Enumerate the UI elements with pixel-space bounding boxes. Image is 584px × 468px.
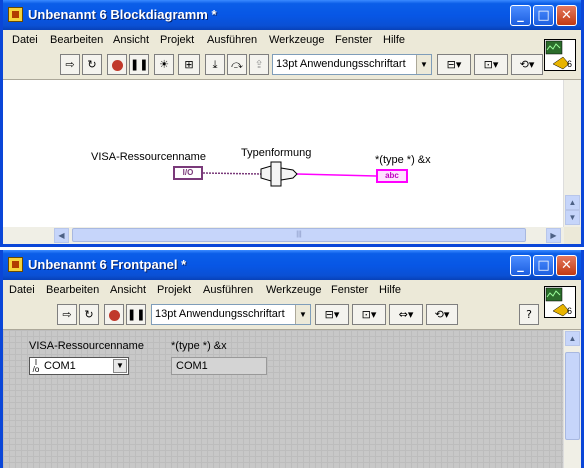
scroll-up-arrow-icon[interactable]: ▲ — [565, 331, 580, 346]
minimize-button[interactable]: _ — [510, 5, 531, 26]
scroll-left-arrow-icon[interactable]: ◀ — [54, 228, 69, 243]
vertical-scrollbar[interactable]: ▲ ▼ — [563, 80, 581, 227]
menu-datei[interactable]: Datei — [12, 34, 38, 46]
run-continuously-icon[interactable]: ↻ — [82, 54, 102, 75]
pause-icon[interactable]: ❚❚ — [126, 304, 146, 325]
abort-icon[interactable] — [107, 54, 127, 75]
menu-ansicht[interactable]: Ansicht — [110, 284, 146, 296]
menu-bar: Datei Bearbeiten Ansicht Projekt Ausführ… — [3, 280, 581, 300]
maximize-button[interactable]: □ — [533, 5, 554, 26]
vi-icon[interactable]: 6 — [544, 39, 576, 71]
labview-app-icon — [8, 257, 23, 272]
menu-bearbeiten[interactable]: Bearbeiten — [50, 34, 103, 46]
window-title: Unbenannt 6 Blockdiagramm * — [28, 7, 217, 22]
vi-icon[interactable]: 6 — [544, 286, 576, 318]
visa-io-icon: I/o — [32, 358, 40, 374]
abort-icon[interactable] — [104, 304, 124, 325]
align-objects-icon[interactable]: ⊟▾ — [437, 54, 471, 75]
run-arrow-icon[interactable]: ⇨ — [60, 54, 80, 75]
title-bar[interactable]: Unbenannt 6 Blockdiagramm * _ □ ✕ — [3, 0, 581, 30]
menu-bearbeiten[interactable]: Bearbeiten — [46, 284, 99, 296]
string-wire[interactable] — [296, 173, 377, 177]
close-button[interactable]: ✕ — [556, 5, 577, 26]
vi-icon-number: 6 — [566, 306, 572, 316]
close-button[interactable]: ✕ — [556, 255, 577, 276]
reorder-icon[interactable]: ⟲▾ — [511, 54, 543, 75]
menu-ansicht[interactable]: Ansicht — [113, 34, 149, 46]
menu-werkzeuge[interactable]: Werkzeuge — [266, 284, 321, 296]
resize-objects-icon[interactable]: ⇔▾ — [389, 304, 423, 325]
output-string-value: COM1 — [176, 360, 208, 372]
output-label: *(type *) &x — [171, 340, 227, 352]
horizontal-scrollbar[interactable]: ◀ ||| ▶ — [3, 227, 564, 244]
context-help-button[interactable]: ? — [519, 304, 539, 325]
block-diagram-window: Unbenannt 6 Blockdiagramm * _ □ ✕ Datei … — [0, 0, 584, 247]
menu-hilfe[interactable]: Hilfe — [383, 34, 405, 46]
menu-projekt[interactable]: Projekt — [157, 284, 191, 296]
menu-projekt[interactable]: Projekt — [160, 34, 194, 46]
maximize-button[interactable]: □ — [533, 255, 554, 276]
scroll-down-arrow-icon[interactable]: ▼ — [565, 210, 580, 225]
diagram-canvas[interactable]: VISA-Ressourcenname Typenformung *(type … — [3, 80, 564, 227]
visa-resource-value: COM1 — [44, 360, 76, 372]
vertical-scroll-thumb[interactable] — [565, 352, 580, 440]
highlight-execution-icon[interactable]: ☀ — [154, 54, 174, 75]
step-out-icon[interactable]: ⇪ — [249, 54, 269, 75]
vertical-scrollbar[interactable]: ▲ — [563, 330, 581, 468]
toolbar: ⇨ ↻ ❚❚ ☀ ⊞ ⤓ ⤼ ⇪ 13pt Anwendungsschrifta… — [3, 50, 581, 80]
front-panel-window: Unbenannt 6 Frontpanel * _ □ ✕ Datei Bea… — [0, 250, 584, 468]
retain-wire-values-icon[interactable]: ⊞ — [178, 54, 200, 75]
minimize-button[interactable]: _ — [510, 255, 531, 276]
scroll-right-arrow-icon[interactable]: ▶ — [546, 228, 561, 243]
chevron-down-icon: ▼ — [295, 305, 310, 324]
menu-hilfe[interactable]: Hilfe — [379, 284, 401, 296]
menu-werkzeuge[interactable]: Werkzeuge — [269, 34, 324, 46]
visa-resource-control[interactable]: I/o COM1 ▼ — [29, 357, 129, 375]
toolbar: ⇨ ↻ ❚❚ 13pt Anwendungsschriftart ▼ ⊟▾ ⊡▾ … — [3, 300, 581, 330]
window-title: Unbenannt 6 Frontpanel * — [28, 257, 187, 272]
distribute-objects-icon[interactable]: ⊡▾ — [352, 304, 386, 325]
visa-resource-terminal[interactable]: I/O — [173, 166, 203, 180]
step-over-icon[interactable]: ⤼ — [227, 54, 247, 75]
reorder-icon[interactable]: ⟲▾ — [426, 304, 458, 325]
output-string-terminal[interactable]: abc — [376, 169, 408, 183]
menu-bar: Datei Bearbeiten Ansicht Projekt Ausführ… — [3, 30, 581, 50]
distribute-objects-icon[interactable]: ⊡▾ — [474, 54, 508, 75]
align-objects-icon[interactable]: ⊟▾ — [315, 304, 349, 325]
visa-resource-label: VISA-Ressourcenname — [29, 340, 144, 352]
front-panel-canvas[interactable]: VISA-Ressourcenname I/o COM1 ▼ *(type *)… — [3, 330, 564, 468]
run-continuously-icon[interactable]: ↻ — [79, 304, 99, 325]
font-selector[interactable]: 13pt Anwendungsschriftart ▼ — [272, 54, 432, 75]
pause-icon[interactable]: ❚❚ — [129, 54, 149, 75]
scroll-up-arrow-icon[interactable]: ▲ — [565, 195, 580, 210]
menu-ausfuehren[interactable]: Ausführen — [203, 284, 253, 296]
menu-fenster[interactable]: Fenster — [331, 284, 368, 296]
vi-icon-number: 6 — [566, 59, 572, 69]
visa-wire[interactable] — [202, 172, 262, 175]
menu-datei[interactable]: Datei — [9, 284, 35, 296]
labview-app-icon — [8, 7, 23, 22]
type-cast-node[interactable] — [260, 161, 298, 187]
step-into-icon[interactable]: ⤓ — [205, 54, 225, 75]
chevron-down-icon[interactable]: ▼ — [113, 359, 127, 373]
menu-ausfuehren[interactable]: Ausführen — [207, 34, 257, 46]
wiring-diagram — [202, 161, 377, 187]
run-arrow-icon[interactable]: ⇨ — [57, 304, 77, 325]
font-selector[interactable]: 13pt Anwendungsschriftart ▼ — [151, 304, 311, 325]
output-string-indicator: COM1 — [171, 357, 267, 375]
chevron-down-icon: ▼ — [416, 55, 431, 74]
title-bar[interactable]: Unbenannt 6 Frontpanel * _ □ ✕ — [3, 250, 581, 280]
horizontal-scroll-thumb[interactable]: ||| — [72, 228, 526, 242]
menu-fenster[interactable]: Fenster — [335, 34, 372, 46]
